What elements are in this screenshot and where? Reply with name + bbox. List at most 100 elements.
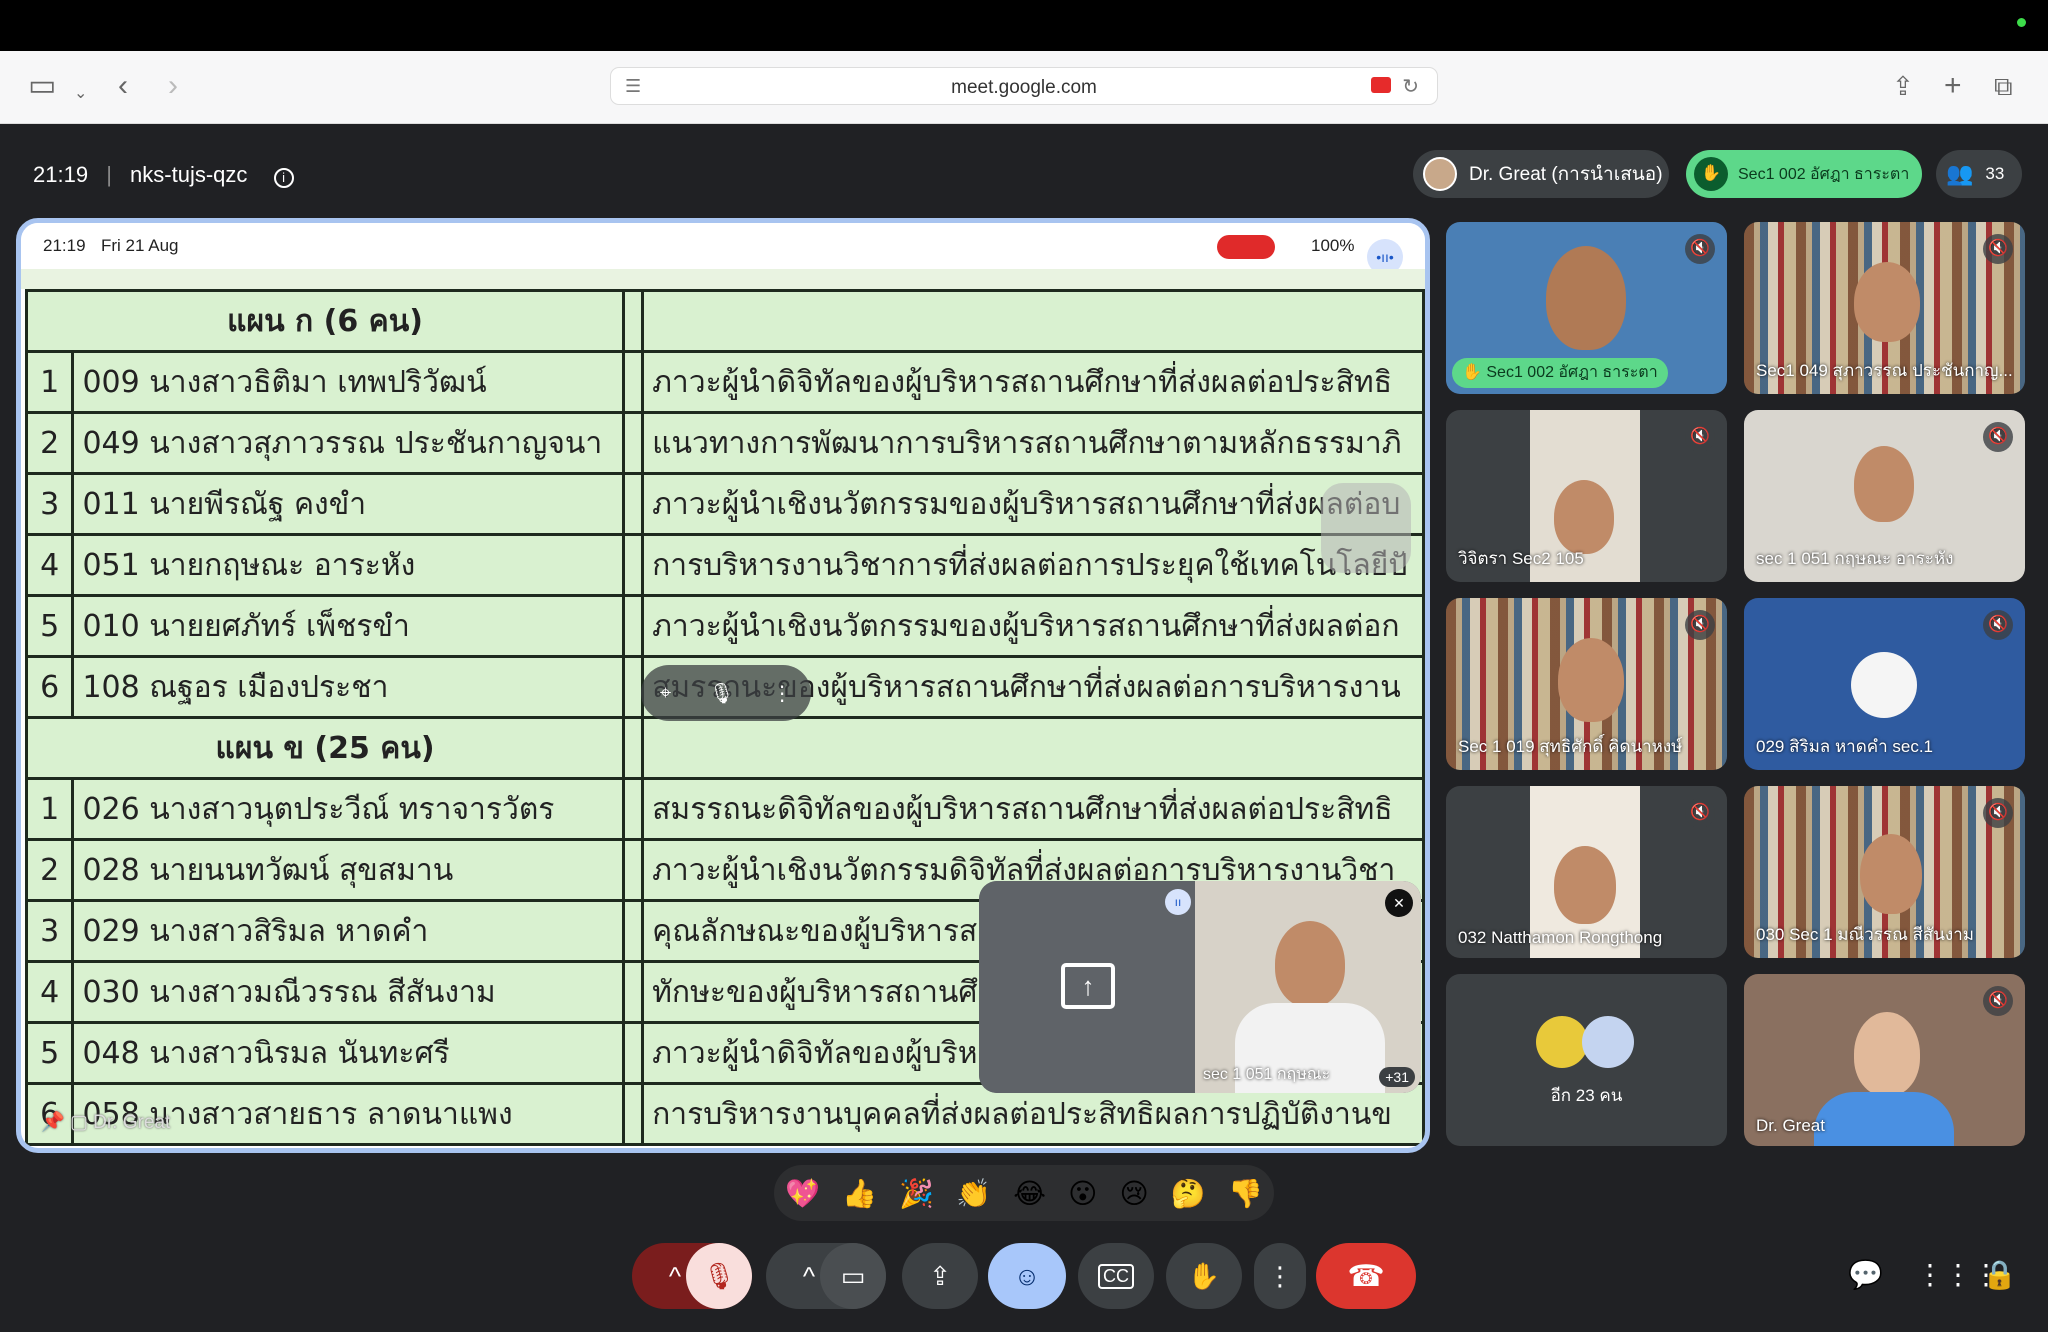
student-name: 028 นายนนทวัฒน์ สุขสมาน xyxy=(71,838,626,902)
mic-off-icon[interactable]: 🎙 xyxy=(686,1243,752,1309)
raised-hand-icon: ✋ xyxy=(1694,157,1728,191)
avatar xyxy=(1582,1016,1634,1068)
sidebar-toggle-icon[interactable]: ▭ xyxy=(28,71,56,101)
participant-face xyxy=(1554,846,1616,924)
reload-icon[interactable]: ↻ xyxy=(1402,74,1419,99)
reaction-emoji[interactable]: 👍 xyxy=(842,1177,877,1210)
emoji-icon: ☺ xyxy=(1013,1260,1041,1291)
avatar xyxy=(1423,157,1457,191)
captions-button[interactable]: CC xyxy=(1078,1243,1154,1309)
student-name: 011 นายพีรณัฐ คงขำ xyxy=(71,472,626,536)
mic-off-icon: 🔇 xyxy=(1685,610,1715,640)
student-name: 049 นางสาวสุภาวรรณ ประชันกาญจนา xyxy=(71,411,626,475)
pin-icon[interactable]: ⌖ xyxy=(660,682,671,705)
back-button[interactable]: ‹ xyxy=(118,71,128,101)
presenter-pill[interactable]: Dr. Great (การนำเสนอ) xyxy=(1413,150,1669,198)
chevron-down-icon[interactable]: ⌄ xyxy=(74,79,87,109)
share-preview: ↑ xyxy=(979,881,1195,1093)
thesis-topic: ภาวะผู้นำเชิงนวัตกรรมของผู้บริหารสถานศึก… xyxy=(641,472,1425,536)
row-number: 5 xyxy=(24,1021,75,1085)
participants-pill[interactable]: 👥 33 xyxy=(1936,150,2022,198)
reaction-emoji[interactable]: 👎 xyxy=(1228,1177,1263,1210)
leave-call-button[interactable]: ☎ xyxy=(1316,1243,1416,1309)
participant-tile[interactable]: ✋ Sec1 002 อัศฎา ธาระตา 🔇 xyxy=(1446,222,1727,394)
reactions-button[interactable]: ☺ xyxy=(988,1243,1066,1309)
reaction-emoji[interactable]: 😢 xyxy=(1120,1177,1149,1210)
speaking-indicator-icon: ıı xyxy=(1165,889,1191,915)
row-number: 2 xyxy=(24,411,75,475)
participant-tile[interactable]: Dr. Great 🔇 xyxy=(1744,974,2025,1146)
section-header: แผน ข (25 คน) xyxy=(24,716,626,780)
meeting-info-bar: 21:19 | nks-tujs-qzc i Dr. Great (การนำเ… xyxy=(0,124,2048,224)
reaction-emoji[interactable]: 💖 xyxy=(785,1177,820,1210)
address-bar[interactable]: ☰ meet.google.com ↻ xyxy=(610,67,1438,105)
participant-tile[interactable]: Sec 1 019 สุทธิศักดิ์ คิดนาหงษ์ 🔇 xyxy=(1446,598,1727,770)
student-name: 026 นางสาวนุตประวีณ์ ทราจารวัตร xyxy=(71,777,626,841)
row-number: 3 xyxy=(24,472,75,536)
more-options-button[interactable]: ⋮ xyxy=(1254,1243,1306,1309)
thesis-topic: ภาวะผู้นำดิจิทัลของผู้บริหารสถานศึกษาที่… xyxy=(641,350,1425,414)
camera-icon[interactable]: ▭ xyxy=(820,1243,886,1309)
row-number: 3 xyxy=(24,899,75,963)
more-participants-tile[interactable]: อีก 23 คน xyxy=(1446,974,1727,1146)
reactions-bar: 💖 👍 🎉 👏 😂 😮 😢 🤔 👎 xyxy=(774,1165,1274,1221)
assistive-touch-button[interactable] xyxy=(1321,483,1411,573)
thesis-topic: ภาวะผู้นำเชิงนวัตกรรมของผู้บริหารสถานศึก… xyxy=(641,594,1425,658)
present-screen-icon: ↑ xyxy=(1061,963,1115,1009)
student-name: 030 นางสาวมณีวรรณ สีสันงาม xyxy=(71,960,626,1024)
present-screen-icon: ⇪ xyxy=(929,1260,951,1291)
student-name: 051 นายกฤษณะ อาระหัง xyxy=(71,533,626,597)
avatar xyxy=(1851,652,1917,718)
host-controls-icon[interactable]: 🔒 xyxy=(1982,1258,2017,1291)
extra-count-badge[interactable]: +31 xyxy=(1379,1067,1415,1087)
thesis-topic: สมรรถนะดิจิทัลของผู้บริหารสถานศึกษาที่ส่… xyxy=(641,777,1425,841)
screen-record-indicator xyxy=(1217,235,1275,259)
camera-toggle[interactable]: ^ ▭ xyxy=(766,1243,886,1309)
url-text: meet.google.com xyxy=(951,77,1097,98)
raised-hand-pill[interactable]: ✋ Sec1 002 อัศฎา ธาระตา xyxy=(1686,150,1922,198)
participant-tile[interactable]: 030 Sec 1 มณีวรรณ สีสันงาม 🔇 xyxy=(1744,786,2025,958)
captions-icon: CC xyxy=(1098,1263,1134,1289)
row-number: 4 xyxy=(24,533,75,597)
table-row: 1 009 นางสาวธิติมา เทพปริวัฒน์ ภาวะผู้นำดิ… xyxy=(24,350,1425,414)
student-name: 048 นางสาวนิรมล นันทะศรี xyxy=(71,1021,626,1085)
chevron-up-icon[interactable]: ^ xyxy=(803,1261,815,1292)
camera-active-icon xyxy=(1371,77,1391,93)
mic-icon[interactable]: 🎙 xyxy=(709,681,734,706)
pin-icon[interactable]: 📌 ▢ xyxy=(41,1112,93,1133)
more-icon[interactable]: ⋮ xyxy=(772,681,792,706)
participant-face xyxy=(1554,480,1614,554)
new-tab-icon[interactable]: + xyxy=(1944,71,1962,101)
reaction-emoji[interactable]: 😮 xyxy=(1068,1177,1097,1210)
raise-hand-button[interactable]: ✋ xyxy=(1166,1243,1242,1309)
share-icon[interactable]: ⇪ xyxy=(1892,71,1914,101)
participant-tile[interactable]: Sec1 049 สุภาวรรณ ประชันกาญ... 🔇 xyxy=(1744,222,2025,394)
forward-button[interactable]: › xyxy=(168,71,178,101)
chat-icon[interactable]: 💬 xyxy=(1848,1258,1883,1291)
present-button[interactable]: ⇪ xyxy=(902,1243,978,1309)
student-name: 009 นางสาวธิติมา เทพปริวัฒน์ xyxy=(71,350,626,414)
reaction-emoji[interactable]: 😂 xyxy=(1013,1177,1046,1210)
table-row: 2 049 นางสาวสุภาวรรณ ประชันกาญจนา แนวทางกา… xyxy=(24,411,1425,475)
chevron-up-icon[interactable]: ^ xyxy=(669,1261,681,1292)
meeting-code: nks-tujs-qzc xyxy=(130,162,248,187)
row-number: 5 xyxy=(24,594,75,658)
ipad-floating-controls[interactable]: ⌖ 🎙 ⋮ xyxy=(641,665,811,721)
info-icon[interactable]: i xyxy=(273,168,294,188)
table-row: 1 026 นางสาวนุตประวีณ์ ทราจารวัตร สมรรถนะด… xyxy=(24,777,1425,841)
more-vert-icon: ⋮ xyxy=(1267,1260,1293,1291)
student-name: 010 นายยศภัทร์ เพ็ชรขำ xyxy=(71,594,626,658)
participant-tile[interactable]: 032 Natthamon Rongthong 🔇 xyxy=(1446,786,1727,958)
participant-tile[interactable]: sec 1 051 กฤษณะ อาระหัง 🔇 xyxy=(1744,410,2025,582)
row-number: 6 xyxy=(24,655,75,719)
reaction-emoji[interactable]: 🤔 xyxy=(1171,1177,1206,1210)
tabs-overview-icon[interactable]: ⧉ xyxy=(1994,71,2013,101)
participant-tile[interactable]: วิจิตรา Sec2 105 🔇 xyxy=(1446,410,1727,582)
mic-toggle[interactable]: ^ 🎙 xyxy=(632,1243,752,1309)
camera-indicator xyxy=(2017,18,2026,27)
participant-tile[interactable]: 029 สิริมล หาดคำ sec.1 🔇 xyxy=(1744,598,2025,770)
mic-off-icon: 🔇 xyxy=(1983,610,2013,640)
row-number: 2 xyxy=(24,838,75,902)
reaction-emoji[interactable]: 👏 xyxy=(956,1177,991,1210)
reaction-emoji[interactable]: 🎉 xyxy=(899,1177,934,1210)
